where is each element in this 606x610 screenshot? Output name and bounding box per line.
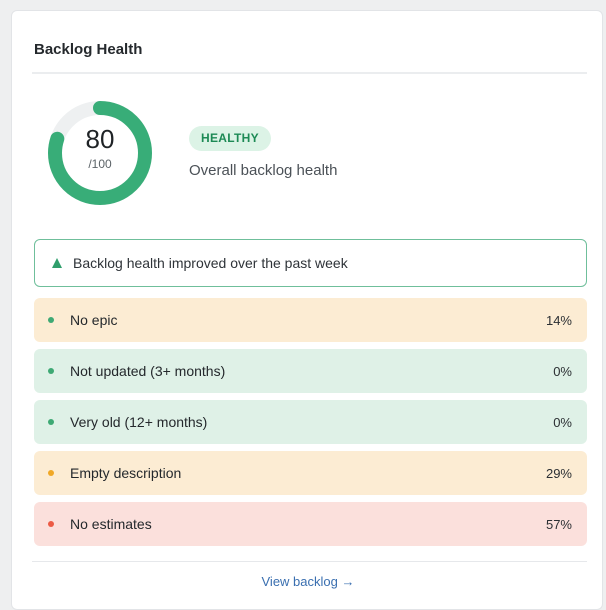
title-divider	[32, 72, 587, 74]
backlog-health-card: Backlog Health 80 /100 HEALTHY Overall b…	[11, 10, 603, 610]
metric-value: 29%	[545, 465, 572, 481]
triangle-up-icon	[52, 257, 62, 268]
metric-label: No epic	[70, 312, 118, 328]
status-dot-icon	[48, 368, 54, 374]
metric-label: No estimates	[70, 516, 152, 532]
view-backlog-link[interactable]: View backlog →	[12, 574, 604, 589]
metric-value: 0%	[553, 414, 572, 430]
health-score-max: /100	[88, 157, 112, 171]
status-dot-icon	[48, 521, 54, 527]
metric-row-no-epic: No epic 14%	[34, 298, 587, 342]
card-title: Backlog Health	[34, 41, 143, 58]
status-dot-icon	[48, 317, 54, 323]
trend-banner: Backlog health improved over the past we…	[34, 239, 587, 287]
metric-row-no-estimates: No estimates 57%	[34, 502, 587, 546]
metric-value: 57%	[545, 516, 572, 532]
metric-label: Not updated (3+ months)	[70, 363, 226, 379]
status-badge: HEALTHY	[189, 126, 271, 151]
metric-row-very-old: Very old (12+ months) 0%	[34, 400, 587, 444]
metric-label: Very old (12+ months)	[70, 414, 208, 430]
metric-value: 14%	[545, 312, 572, 328]
trend-text: Backlog health improved over the past we…	[73, 255, 348, 271]
status-dot-icon	[48, 419, 54, 425]
footer-divider	[32, 561, 587, 562]
health-score-value: 80	[85, 124, 115, 154]
metric-row-empty-description: Empty description 29%	[34, 451, 587, 495]
status-dot-icon	[48, 470, 54, 476]
status-caption: Overall backlog health	[189, 162, 338, 179]
metric-value: 0%	[553, 363, 572, 379]
metric-list: No epic 14% Not updated (3+ months) 0% V…	[34, 298, 587, 553]
metric-label: Empty description	[70, 465, 182, 481]
health-score-gauge: 80 /100	[47, 100, 153, 206]
metric-row-not-updated: Not updated (3+ months) 0%	[34, 349, 587, 393]
